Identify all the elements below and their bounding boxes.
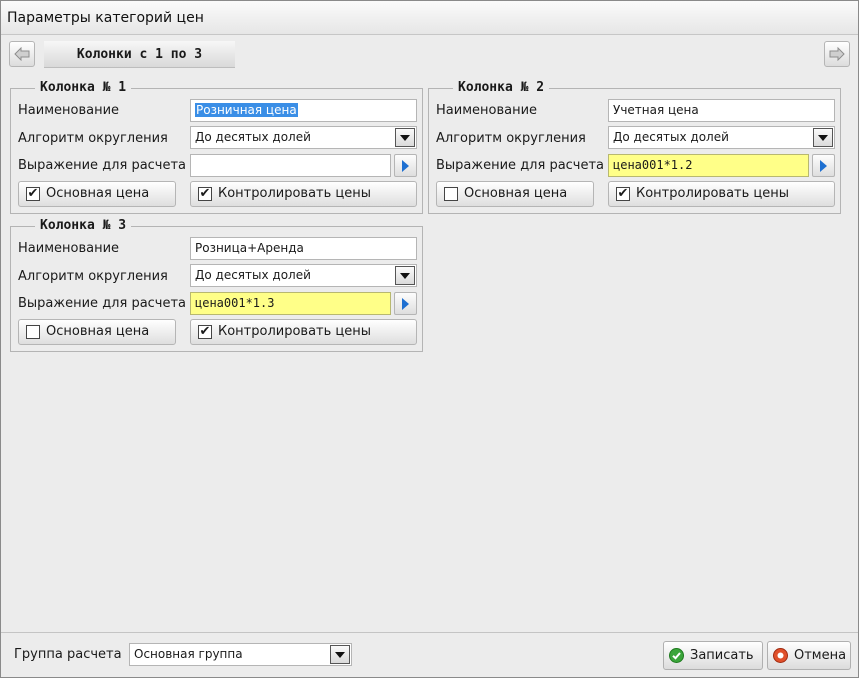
column-2-group: Колонка № 2 Наименование Учетная цена Ал… [428,80,841,214]
chevron-down-icon [818,134,828,141]
checkbox-unchecked-icon[interactable] [444,187,458,201]
column-1-expression-input[interactable] [190,154,391,177]
expression-label: Выражение для расчета [436,158,605,173]
chevron-down-icon [400,272,410,279]
rounding-label: Алгоритм округления [436,131,586,146]
chevron-down-icon [335,651,345,658]
column-3-expression-button[interactable] [394,292,417,315]
column-1-rounding-select[interactable]: До десятых долей [190,126,417,149]
arrow-left-icon [14,47,30,61]
cancel-label: Отмена [794,648,847,663]
dropdown-button[interactable] [395,128,415,147]
checkbox-checked-icon[interactable]: ✔ [198,187,212,201]
dropdown-button[interactable] [813,128,833,147]
calc-group-value: Основная группа [134,647,243,661]
column-3-group: Колонка № 3 Наименование Розница+Аренда … [10,218,423,352]
save-button[interactable]: Записать [663,641,763,670]
column-1-rounding-value: До десятых долей [195,130,311,144]
column-3-expression-input[interactable]: цена001*1.3 [190,292,391,315]
main-price-label: Основная цена [46,324,150,339]
window-title: Параметры категорий цен [1,1,858,35]
checkmark-icon [669,648,684,663]
play-arrow-icon [402,297,409,310]
column-1-main-price-toggle[interactable]: ✔ Основная цена [18,181,176,207]
next-page-button[interactable] [824,41,850,67]
name-label: Наименование [18,103,120,118]
column-3-rounding-value: До десятых долей [195,268,311,282]
column-2-rounding-select[interactable]: До десятых долей [608,126,835,149]
column-2-expression-button[interactable] [812,154,835,177]
column-3-rounding-select[interactable]: До десятых долей [190,264,417,287]
control-prices-label: Контролировать цены [218,324,372,339]
play-arrow-icon [402,159,409,172]
column-1-group: Колонка № 1 Наименование Розничная цена … [10,80,423,214]
checkbox-checked-icon[interactable]: ✔ [616,187,630,201]
column-1-control-prices-toggle[interactable]: ✔ Контролировать цены [190,181,417,207]
column-2-title: Колонка № 2 [453,80,550,96]
column-1-title: Колонка № 1 [35,80,132,96]
name-label: Наименование [436,103,538,118]
rounding-label: Алгоритм округления [18,131,168,146]
column-3-control-prices-toggle[interactable]: ✔ Контролировать цены [190,319,417,345]
column-1-name-value: Розничная цена [195,103,298,117]
calc-group-select[interactable]: Основная группа [129,643,352,666]
dropdown-button[interactable] [330,645,350,664]
save-label: Записать [690,648,754,663]
column-3-title: Колонка № 3 [35,218,132,234]
stop-icon [773,648,788,663]
footer-bar: Группа расчета Основная группа Записать … [1,632,858,677]
page-range-tab[interactable]: Колонки с 1 по 3 [44,41,235,68]
play-arrow-icon [820,159,827,172]
column-1-expression-button[interactable] [394,154,417,177]
column-2-expression-input[interactable]: цена001*1.2 [608,154,809,177]
dropdown-button[interactable] [395,266,415,285]
prev-page-button[interactable] [9,41,35,67]
arrow-right-icon [829,47,845,61]
cancel-button[interactable]: Отмена [767,641,851,670]
column-2-name-input[interactable]: Учетная цена [608,99,835,122]
rounding-label: Алгоритм округления [18,269,168,284]
dialog-window: Параметры категорий цен Колонки с 1 по 3… [0,0,859,678]
control-prices-label: Контролировать цены [636,186,790,201]
checkbox-unchecked-icon[interactable] [26,325,40,339]
expression-label: Выражение для расчета [18,158,187,173]
column-1-name-input[interactable]: Розничная цена [190,99,417,122]
control-prices-label: Контролировать цены [218,186,372,201]
expression-label: Выражение для расчета [18,296,187,311]
main-price-label: Основная цена [464,186,568,201]
column-3-name-input[interactable]: Розница+Аренда [190,237,417,260]
chevron-down-icon [400,134,410,141]
column-2-rounding-value: До десятых долей [613,130,729,144]
column-2-control-prices-toggle[interactable]: ✔ Контролировать цены [608,181,835,207]
calc-group-label: Группа расчета [14,647,122,662]
main-price-label: Основная цена [46,186,150,201]
checkbox-checked-icon[interactable]: ✔ [198,325,212,339]
name-label: Наименование [18,241,120,256]
column-2-main-price-toggle[interactable]: Основная цена [436,181,594,207]
column-3-main-price-toggle[interactable]: Основная цена [18,319,176,345]
checkbox-checked-icon[interactable]: ✔ [26,187,40,201]
